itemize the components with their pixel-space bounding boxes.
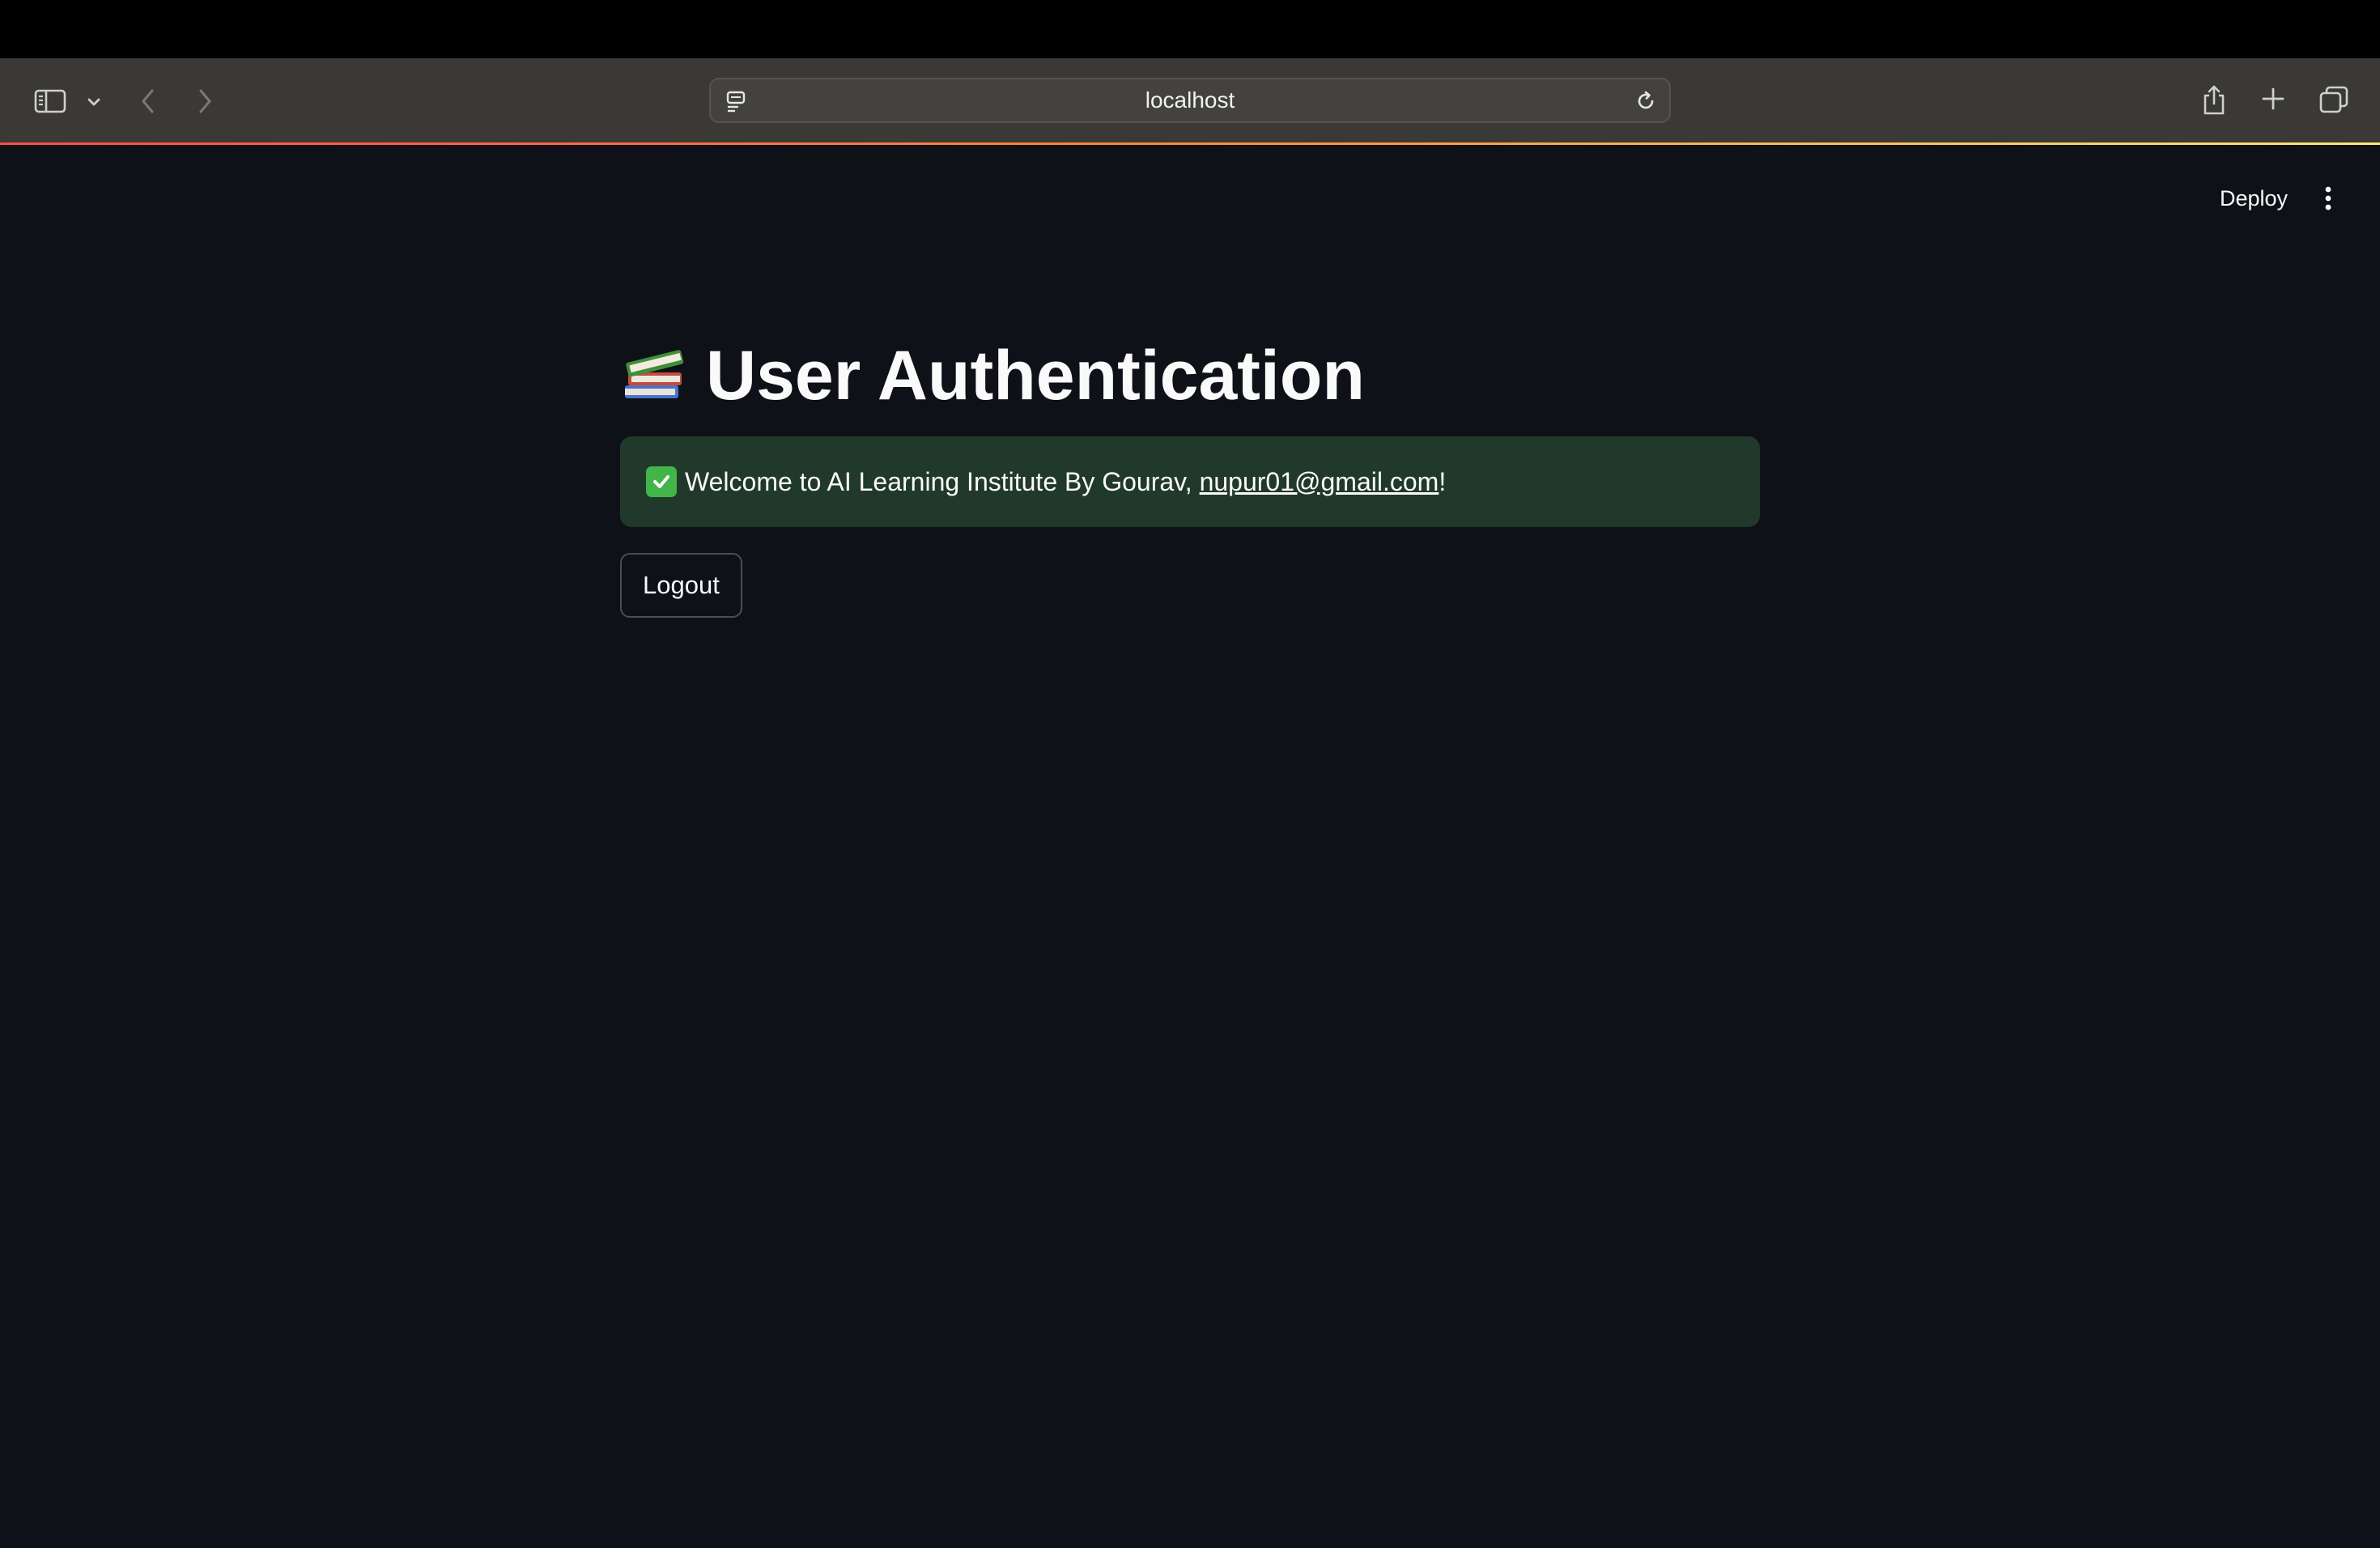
- address-bar[interactable]: localhost: [709, 78, 1671, 123]
- kebab-menu-icon[interactable]: [2309, 177, 2348, 219]
- tabs-overview-icon[interactable]: [2317, 83, 2351, 117]
- share-icon[interactable]: [2199, 81, 2229, 120]
- url-text[interactable]: localhost: [711, 79, 1669, 121]
- logout-button[interactable]: Logout: [620, 553, 742, 618]
- success-alert: Welcome to AI Learning Institute By Gour…: [620, 436, 1760, 527]
- app-container: Deploy User Authentication Welcome to AI…: [0, 145, 2380, 1548]
- alert-text-suffix: !: [1439, 466, 1447, 496]
- back-arrow-icon[interactable]: [136, 83, 160, 120]
- reload-icon[interactable]: [1632, 87, 1660, 115]
- main-content: User Authentication Welcome to AI Learni…: [620, 323, 1760, 618]
- forward-arrow-icon[interactable]: [193, 83, 217, 120]
- books-emoji-icon: [620, 342, 688, 410]
- page-title-text: User Authentication: [706, 336, 1365, 415]
- page-title: User Authentication: [620, 323, 1760, 428]
- deploy-button[interactable]: Deploy: [2208, 176, 2299, 221]
- plus-icon[interactable]: [2257, 83, 2289, 115]
- sidebar-icon[interactable]: [31, 84, 70, 118]
- chevron-down-icon[interactable]: [83, 92, 105, 112]
- alert-text-prefix: Welcome to AI Learning Institute By Gour…: [685, 466, 1200, 496]
- email-link[interactable]: nupur01@gmail.com: [1200, 467, 1439, 496]
- system-menubar: [0, 0, 2380, 58]
- alert-text: Welcome to AI Learning Institute By Gour…: [685, 467, 1446, 497]
- check-mark-icon: [646, 466, 677, 497]
- browser-toolbar: localhost: [0, 58, 2380, 144]
